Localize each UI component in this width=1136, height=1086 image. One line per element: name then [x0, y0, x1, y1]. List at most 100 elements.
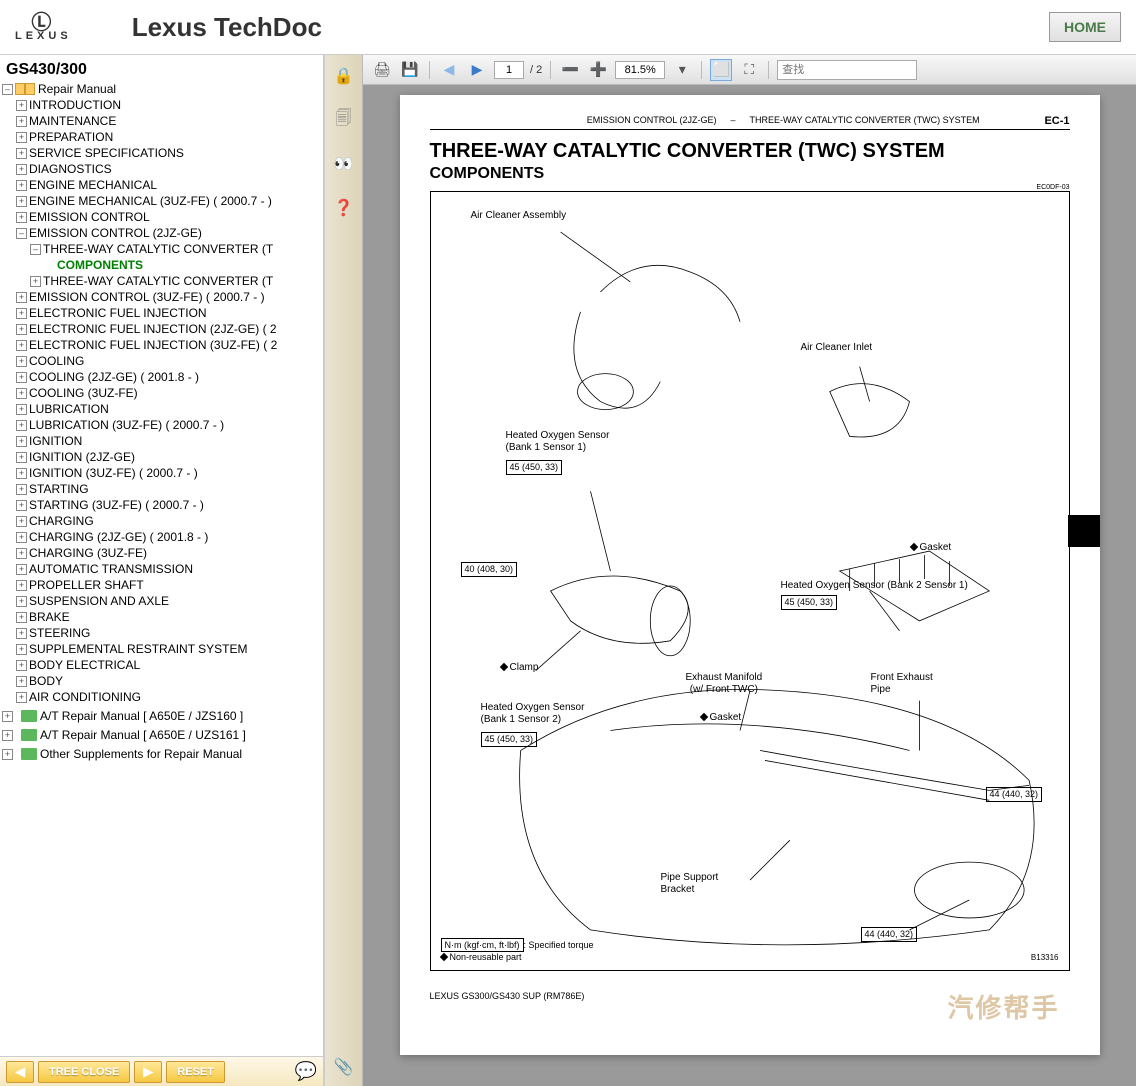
- doc-subtitle: COMPONENTS: [430, 165, 545, 183]
- tree-item[interactable]: +AIR CONDITIONING: [2, 689, 321, 705]
- diagram-code: B13316: [1031, 953, 1059, 962]
- label-front-exhaust: Front Exhaust Pipe: [871, 672, 933, 696]
- attachment-icon[interactable]: 📎: [333, 1056, 355, 1078]
- print-icon[interactable]: 🖨: [371, 59, 393, 81]
- tree-item[interactable]: +BODY ELECTRICAL: [2, 657, 321, 673]
- tree-item[interactable]: +IGNITION: [2, 433, 321, 449]
- torque-40: 40 (408, 30): [461, 562, 518, 577]
- tree-item[interactable]: +STARTING: [2, 481, 321, 497]
- tree-item[interactable]: +SERVICE SPECIFICATIONS: [2, 145, 321, 161]
- label-gasket1: Gasket: [920, 542, 952, 553]
- tree-item[interactable]: +EMISSION CONTROL (3UZ-FE) ( 2000.7 - ): [2, 289, 321, 305]
- vertical-toolstrip: 🔒 🗐 👀 ❓ 📎: [325, 55, 363, 1086]
- tree-item[interactable]: +THREE-WAY CATALYTIC CONVERTER (T: [2, 273, 321, 289]
- tree-item[interactable]: +STARTING (3UZ-FE) ( 2000.7 - ): [2, 497, 321, 513]
- tree-item[interactable]: +DIAGNOSTICS: [2, 161, 321, 177]
- model-title: GS430/300: [2, 59, 321, 81]
- tree-item[interactable]: +COOLING (3UZ-FE): [2, 385, 321, 401]
- tree-item[interactable]: +BODY: [2, 673, 321, 689]
- help-icon[interactable]: ❓: [333, 197, 355, 219]
- doc-header-section: EMISSION CONTROL (2JZ-GE): [430, 115, 725, 127]
- tree-item[interactable]: +LUBRICATION: [2, 401, 321, 417]
- tree-item[interactable]: +MAINTENANCE: [2, 113, 321, 129]
- tree-item[interactable]: +PREPARATION: [2, 129, 321, 145]
- tree-item[interactable]: +IGNITION (3UZ-FE) ( 2000.7 - ): [2, 465, 321, 481]
- torque-45a: 45 (450, 33): [506, 460, 563, 475]
- section-tab: [1068, 515, 1100, 547]
- torque-44b: 44 (440, 32): [861, 927, 918, 942]
- document-page: EMISSION CONTROL (2JZ-GE) – THREE-WAY CA…: [400, 95, 1100, 1055]
- book-item[interactable]: +A/T Repair Manual [ A650E / UZS161 ]: [2, 727, 321, 743]
- binoculars-icon[interactable]: 👀: [333, 153, 355, 175]
- zoom-in-icon[interactable]: ➕: [587, 59, 609, 81]
- watermark: 汽修帮手: [947, 988, 1059, 1025]
- prev-button[interactable]: ◀: [6, 1061, 34, 1083]
- tree-item[interactable]: +STEERING: [2, 625, 321, 641]
- label-gasket2: Gasket: [710, 712, 742, 723]
- nav-prev-icon[interactable]: ◀: [438, 59, 460, 81]
- torque-45b: 45 (450, 33): [781, 595, 838, 610]
- app-title: Lexus TechDoc: [132, 12, 322, 43]
- label-air-cleaner: Air Cleaner Assembly: [471, 210, 567, 222]
- tree-item[interactable]: +COOLING: [2, 353, 321, 369]
- tree-item[interactable]: –EMISSION CONTROL (2JZ-GE): [2, 225, 321, 241]
- page-total: / 2: [530, 64, 542, 76]
- book-item[interactable]: +A/T Repair Manual [ A650E / JZS160 ]: [2, 708, 321, 724]
- nav-next-icon[interactable]: ▶: [466, 59, 488, 81]
- reset-button[interactable]: RESET: [166, 1061, 225, 1083]
- tree-item[interactable]: +INTRODUCTION: [2, 97, 321, 113]
- tree-item[interactable]: +ELECTRONIC FUEL INJECTION (2JZ-GE) ( 2: [2, 321, 321, 337]
- doc-page-code: EC-1: [1044, 115, 1069, 127]
- tree-item[interactable]: +EMISSION CONTROL: [2, 209, 321, 225]
- app-header: Ⓛ LEXUS Lexus TechDoc HOME: [0, 0, 1136, 55]
- navigation-sidebar: GS430/300 –Repair Manual+INTRODUCTION+MA…: [0, 55, 325, 1086]
- chat-icon[interactable]: 💬: [295, 1061, 317, 1082]
- page-input[interactable]: [494, 61, 524, 79]
- diagram-svg: [431, 192, 1069, 970]
- lexus-logo: Ⓛ LEXUS: [15, 13, 72, 42]
- tree-item[interactable]: +CHARGING: [2, 513, 321, 529]
- tree-item[interactable]: +ELECTRONIC FUEL INJECTION (3UZ-FE) ( 2: [2, 337, 321, 353]
- tree-item[interactable]: +ENGINE MECHANICAL (3UZ-FE) ( 2000.7 - ): [2, 193, 321, 209]
- copy-icon[interactable]: 🗐: [333, 109, 355, 131]
- tree-item[interactable]: +BRAKE: [2, 609, 321, 625]
- torque-45c: 45 (450, 33): [481, 732, 538, 747]
- tree-item[interactable]: +ENGINE MECHANICAL: [2, 177, 321, 193]
- torque-44a: 44 (440, 32): [986, 787, 1043, 802]
- tree-item[interactable]: +SUSPENSION AND AXLE: [2, 593, 321, 609]
- document-viewport[interactable]: EMISSION CONTROL (2JZ-GE) – THREE-WAY CA…: [363, 85, 1136, 1086]
- label-ho2s-b2s1: Heated Oxygen Sensor (Bank 2 Sensor 1): [781, 580, 968, 592]
- label-pipe-support: Pipe Support Bracket: [661, 872, 719, 896]
- tree-close-button[interactable]: TREE CLOSE: [38, 1061, 130, 1083]
- book-item[interactable]: +Other Supplements for Repair Manual: [2, 746, 321, 762]
- tree-item[interactable]: +PROPELLER SHAFT: [2, 577, 321, 593]
- save-icon[interactable]: 💾: [399, 59, 421, 81]
- components-diagram: Air Cleaner Assembly Air Cleaner Inlet H…: [430, 191, 1070, 971]
- tree-item[interactable]: +COOLING (2JZ-GE) ( 2001.8 - ): [2, 369, 321, 385]
- tree-item[interactable]: COMPONENTS: [2, 257, 321, 273]
- tree-root[interactable]: –Repair Manual: [2, 81, 321, 97]
- fit-page-icon[interactable]: ⛶: [738, 59, 760, 81]
- label-ho2s-b1s1: Heated Oxygen Sensor (Bank 1 Sensor 1): [506, 430, 610, 454]
- tree-item[interactable]: +ELECTRONIC FUEL INJECTION: [2, 305, 321, 321]
- search-input[interactable]: [777, 60, 917, 80]
- tree-item[interactable]: +LUBRICATION (3UZ-FE) ( 2000.7 - ): [2, 417, 321, 433]
- zoom-out-icon[interactable]: ➖: [559, 59, 581, 81]
- tree-item[interactable]: +AUTOMATIC TRANSMISSION: [2, 561, 321, 577]
- label-ho2s-b1s2: Heated Oxygen Sensor (Bank 1 Sensor 2): [481, 702, 585, 726]
- sidebar-footer: ◀ TREE CLOSE ▶ RESET 💬: [0, 1056, 323, 1086]
- fit-split-icon[interactable]: ⬜: [710, 59, 732, 81]
- label-exhaust-manifold: Exhaust Manifold (w/ Front TWC): [686, 672, 763, 696]
- next-button[interactable]: ▶: [134, 1061, 162, 1083]
- tree-item[interactable]: +IGNITION (2JZ-GE): [2, 449, 321, 465]
- label-air-inlet: Air Cleaner Inlet: [801, 342, 873, 354]
- zoom-input[interactable]: [615, 61, 665, 79]
- lock-icon[interactable]: 🔒: [333, 65, 355, 87]
- tree-item[interactable]: +SUPPLEMENTAL RESTRAINT SYSTEM: [2, 641, 321, 657]
- tree-item[interactable]: +CHARGING (3UZ-FE): [2, 545, 321, 561]
- tree-item[interactable]: +CHARGING (2JZ-GE) ( 2001.8 - ): [2, 529, 321, 545]
- home-button[interactable]: HOME: [1049, 12, 1121, 42]
- logo-section: Ⓛ LEXUS Lexus TechDoc: [15, 12, 322, 43]
- tree-item[interactable]: –THREE-WAY CATALYTIC CONVERTER (T: [2, 241, 321, 257]
- zoom-dropdown-icon[interactable]: ▾: [671, 59, 693, 81]
